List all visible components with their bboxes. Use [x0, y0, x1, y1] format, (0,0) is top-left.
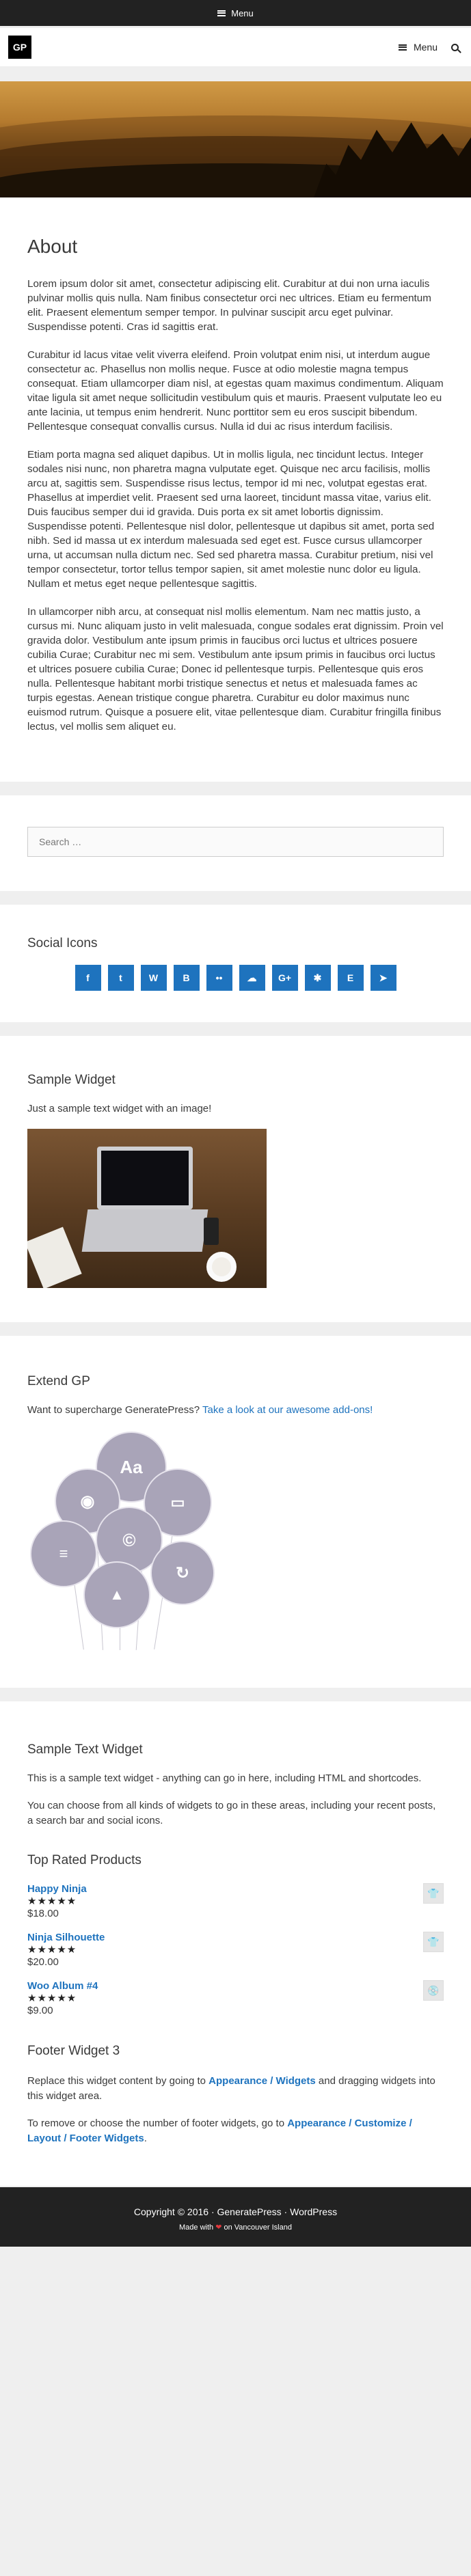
rating-stars: ★★★★★ [27, 1895, 77, 1907]
refresh-balloon-icon: ↻ [150, 1541, 215, 1605]
widget-title: Social Icons [27, 936, 98, 950]
widget-text: To remove or choose the number of footer… [27, 2118, 412, 2144]
top-menu-label: Menu [231, 8, 254, 18]
page-title: About [27, 236, 78, 257]
widget-title: Sample Text Widget [27, 1742, 143, 1757]
paragraph: Curabitur id lacus vitae velit viverra e… [27, 349, 444, 433]
widget-text: Want to supercharge GeneratePress? Take … [27, 1404, 373, 1416]
social-widget: Social Icons f t W B •• ☁ G+ ✱ E ➤ [0, 905, 471, 1022]
blogger-icon[interactable]: B [173, 965, 200, 991]
social-icons-list: f t W B •• ☁ G+ ✱ E ➤ [27, 965, 444, 991]
addons-link[interactable]: Take a look at our awesome add-ons! [202, 1404, 373, 1416]
googleplus-icon[interactable]: G+ [271, 965, 298, 991]
hero-image [0, 81, 471, 197]
made-with-text: Made with ❤ on Vancouver Island [179, 2223, 292, 2232]
paragraph: In ullamcorper nibh arcu, at consequat n… [27, 606, 444, 732]
footer-widgets: Sample Text Widget This is a sample text… [0, 1701, 471, 2186]
rating-stars: ★★★★★ [27, 1944, 77, 1956]
telegram-icon[interactable]: ➤ [370, 965, 396, 991]
widget-title: Top Rated Products [27, 1853, 142, 1867]
widget-text: Replace this widget content by going to … [27, 2075, 435, 2102]
jsfiddle-icon[interactable]: ✱ [304, 965, 331, 991]
widget-text: Just a sample text widget with an image! [27, 1103, 212, 1114]
product-price: $9.00 [27, 2005, 53, 2016]
wordpress-icon[interactable]: W [140, 965, 167, 991]
sample-widget: Sample Widget Just a sample text widget … [0, 1036, 471, 1322]
site-footer: Copyright © 2016 · GeneratePress · WordP… [0, 2187, 471, 2247]
site-header: GP Menu [0, 28, 471, 66]
product-name[interactable]: Happy Ninja [27, 1883, 87, 1895]
flickr-icon[interactable]: •• [206, 965, 232, 991]
hamburger-icon[interactable] [398, 44, 407, 51]
paragraph: Lorem ipsum dolor sit amet, consectetur … [27, 278, 431, 333]
widget-title: Extend GP [27, 1374, 90, 1388]
image-balloon-icon: ▲ [83, 1561, 150, 1628]
widget-text: You can choose from all kinds of widgets… [27, 1800, 436, 1826]
product-thumbnail[interactable]: 👕 [423, 1932, 444, 1952]
search-widget: Search … [0, 795, 471, 891]
addons-balloons-image: Aa ◉ ▭ © ≡ ↻ ▲ [27, 1431, 219, 1654]
hamburger-icon [217, 10, 226, 16]
widgets-link[interactable]: Appearance / Widgets [208, 2075, 316, 2087]
heart-icon: ❤ [215, 2223, 222, 2232]
widget-text: This is a sample text widget - anything … [27, 1772, 422, 1784]
widget-title: Sample Widget [27, 1073, 116, 1087]
twitter-icon[interactable]: t [107, 965, 134, 991]
evernote-icon[interactable]: E [337, 965, 364, 991]
rating-stars: ★★★★★ [27, 1992, 77, 2004]
facebook-icon[interactable]: f [75, 965, 101, 991]
search-icon[interactable] [451, 43, 459, 51]
page-content: About Lorem ipsum dolor sit amet, consec… [0, 197, 471, 782]
product-thumbnail[interactable]: 💿 [423, 1980, 444, 2001]
mobile-menu-bar[interactable]: Menu [0, 0, 471, 26]
laptop-image [27, 1129, 267, 1288]
site-logo[interactable]: GP [8, 36, 31, 59]
paragraph: Etiam porta magna sed aliquet dapibus. U… [27, 449, 435, 590]
product-item: Woo Album #4 ★★★★★ $9.00 💿 [27, 1980, 444, 2016]
product-price: $20.00 [27, 1956, 59, 1968]
product-item: Happy Ninja ★★★★★ $18.00 👕 [27, 1883, 444, 1919]
product-list: Happy Ninja ★★★★★ $18.00 👕 Ninja Silhouette ★… [27, 1883, 444, 2016]
search-input[interactable]: Search … [27, 827, 444, 857]
copyright-text: Copyright © 2016 · GeneratePress · WordP… [133, 2206, 338, 2217]
widget-title: Footer Widget 3 [27, 2044, 120, 2058]
product-name[interactable]: Woo Album #4 [27, 1980, 98, 1992]
product-thumbnail[interactable]: 👕 [423, 1883, 444, 1904]
header-menu-label[interactable]: Menu [414, 42, 438, 53]
product-price: $18.00 [27, 1908, 59, 1919]
extend-widget: Extend GP Want to supercharge GeneratePr… [0, 1336, 471, 1688]
header-nav: Menu [398, 42, 459, 53]
list-balloon-icon: ≡ [30, 1520, 97, 1587]
soundcloud-icon[interactable]: ☁ [239, 965, 265, 991]
product-item: Ninja Silhouette ★★★★★ $20.00 👕 [27, 1932, 444, 1968]
product-name[interactable]: Ninja Silhouette [27, 1932, 105, 1943]
